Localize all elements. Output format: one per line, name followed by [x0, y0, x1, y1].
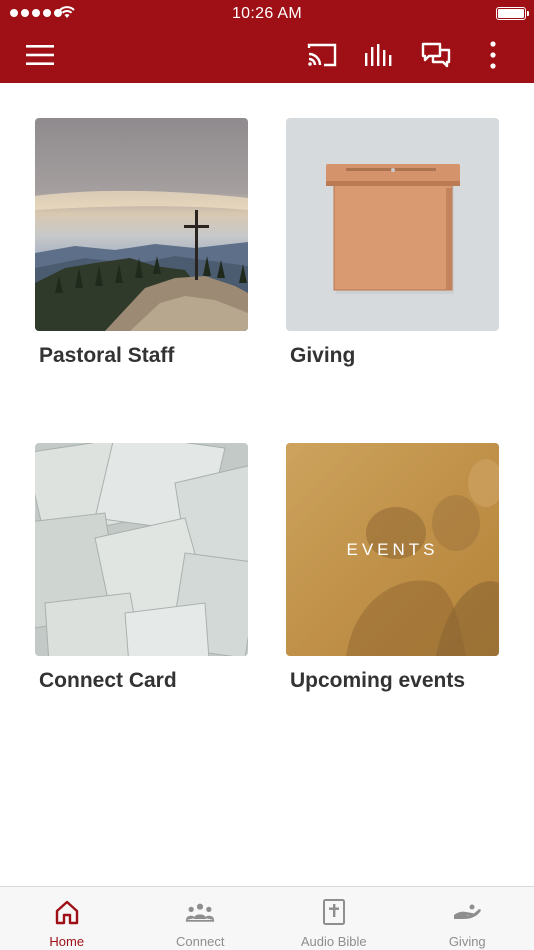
status-bar: 10:26 AM	[0, 0, 534, 28]
people-events-photo: EVENTS	[286, 443, 499, 656]
cast-icon[interactable]	[305, 38, 339, 72]
app-header: 10:26 AM	[0, 0, 534, 83]
wooden-box-photo	[286, 118, 499, 331]
battery-icon	[496, 7, 529, 20]
card-connect-card[interactable]: Connect Card	[35, 443, 248, 693]
tab-connect[interactable]: Connect	[134, 887, 268, 950]
bottom-tab-bar: Home Connect Audio Bible Giving	[0, 886, 534, 950]
bible-icon	[319, 898, 349, 926]
more-vertical-icon[interactable]	[476, 38, 510, 72]
card-giving[interactable]: Giving	[286, 118, 499, 368]
card-pastoral-staff[interactable]: Pastoral Staff	[35, 118, 248, 368]
tab-giving[interactable]: Giving	[401, 887, 534, 950]
giving-hand-icon	[452, 898, 482, 926]
tab-home[interactable]: Home	[0, 887, 134, 950]
card-title: Upcoming events	[290, 669, 466, 692]
card-title: Pastoral Staff	[39, 344, 175, 367]
tab-label: Audio Bible	[300, 934, 367, 949]
events-overlay-text: EVENTS	[346, 539, 439, 559]
home-icon	[52, 898, 82, 926]
toolbar	[0, 28, 534, 83]
status-time: 10:26 AM	[231, 5, 302, 22]
tab-audio-bible[interactable]: Audio Bible	[267, 887, 401, 950]
card-upcoming-events[interactable]: EVENTS Upcoming events	[286, 443, 499, 693]
mountain-cross-photo	[35, 118, 248, 331]
paper-cards-photo	[35, 443, 248, 656]
tab-label: Giving	[448, 934, 486, 949]
people-icon	[185, 898, 215, 926]
card-title: Giving	[290, 344, 356, 367]
audio-bars-icon[interactable]	[362, 38, 396, 72]
chat-icon[interactable]	[419, 38, 453, 72]
card-title: Connect Card	[39, 669, 177, 692]
tab-label: Home	[49, 934, 85, 949]
menu-icon[interactable]	[23, 38, 57, 72]
tab-label: Connect	[176, 934, 225, 949]
